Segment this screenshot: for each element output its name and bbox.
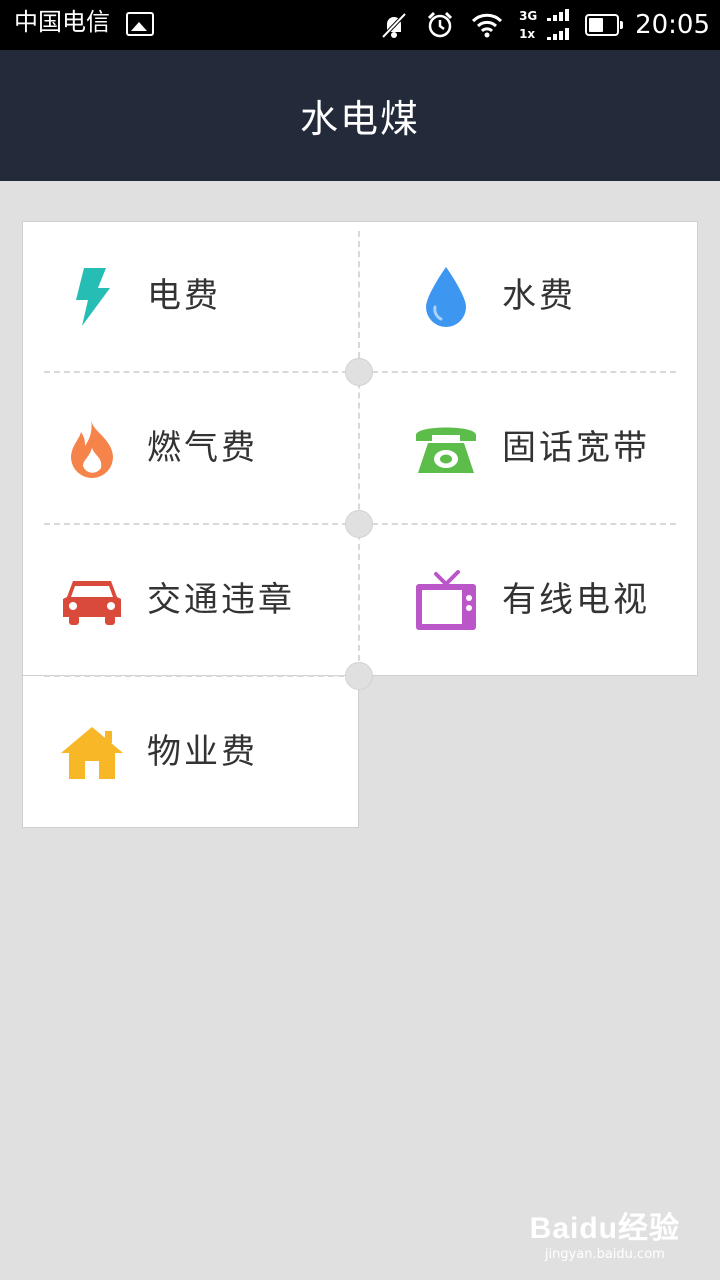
- lightning-icon: [76, 268, 110, 326]
- service-cable-tv[interactable]: 有线电视: [360, 525, 698, 677]
- service-label: 电费: [147, 276, 221, 316]
- house-icon: [61, 727, 123, 779]
- service-water[interactable]: 水费: [360, 221, 698, 373]
- service-label: 固话宽带: [502, 428, 650, 468]
- telephone-icon: [416, 427, 476, 473]
- service-traffic-violation[interactable]: 交通违章: [22, 525, 360, 677]
- service-label: 水费: [502, 276, 576, 316]
- car-icon: [63, 581, 121, 625]
- status-bar: 中国电信 3G 1x 20:05: [0, 0, 720, 50]
- alarm-icon: [428, 11, 453, 38]
- carrier-label: 中国电信: [14, 8, 110, 36]
- service-gas[interactable]: 燃气费: [22, 373, 360, 525]
- page-title: 水电煤: [299, 97, 420, 141]
- service-label: 有线电视: [502, 580, 650, 620]
- service-property[interactable]: 物业费: [22, 677, 359, 828]
- service-label: 交通违章: [147, 580, 295, 620]
- tv-icon: [416, 570, 476, 630]
- wifi-icon: [472, 13, 503, 38]
- grid-divider-vertical: [358, 231, 360, 671]
- service-grid: 电费 水费 燃气费 固话宽带 交通违章 有线电视 物业费: [22, 221, 698, 828]
- water-drop-icon: [426, 267, 466, 327]
- divider-knob: [345, 358, 373, 386]
- image-notification-icon: [126, 12, 154, 36]
- service-label: 燃气费: [147, 428, 258, 468]
- battery-icon: [585, 14, 624, 36]
- service-electricity[interactable]: 电费: [22, 221, 360, 373]
- grid-divider-horizontal: [44, 675, 344, 677]
- clock: 20:05: [635, 10, 710, 40]
- divider-knob: [345, 662, 373, 690]
- network-signal-icon: 3G 1x: [519, 7, 570, 43]
- title-bar: 水电煤: [0, 50, 720, 181]
- bell-muted-icon: [381, 12, 407, 39]
- divider-knob: [345, 510, 373, 538]
- service-label: 物业费: [147, 732, 258, 772]
- service-landline-broadband[interactable]: 固话宽带: [360, 373, 698, 525]
- flame-icon: [71, 420, 114, 479]
- baidu-watermark: Baidu经验 jingyan.baidu.com: [529, 1212, 680, 1262]
